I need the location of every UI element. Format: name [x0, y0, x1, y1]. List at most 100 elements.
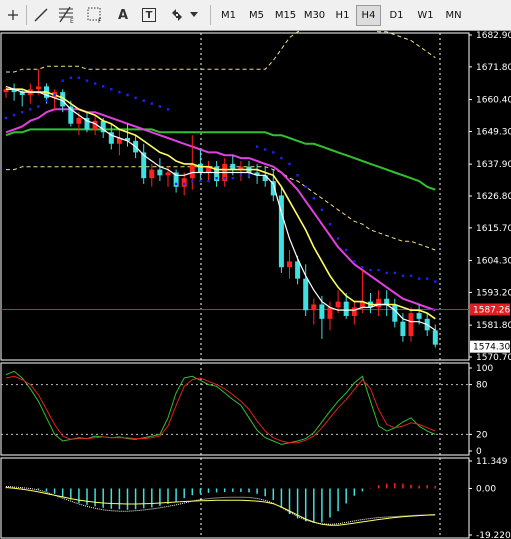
sar-dot	[183, 182, 186, 186]
envelope-lower-line	[6, 166, 436, 251]
sar-dot	[385, 271, 388, 275]
price-tick-label: 1660.40	[476, 96, 511, 106]
candle-body	[189, 163, 195, 179]
price-tick-label: 1649.30	[476, 127, 511, 137]
price-tick-label: 1570.70	[476, 353, 511, 363]
candle-body	[384, 298, 390, 305]
candle-body	[197, 163, 203, 173]
line-icon[interactable]	[30, 4, 52, 26]
sar-dot	[4, 116, 8, 120]
sar-dot	[142, 99, 145, 102]
candle-body	[400, 321, 406, 337]
sar-dot	[280, 156, 283, 160]
ma-slow-line	[5, 108, 436, 312]
candle-body	[392, 304, 398, 322]
sar-dot	[328, 222, 332, 226]
horizontal-line-price-tag: 1587.26	[473, 305, 510, 315]
sar-dot	[21, 110, 24, 114]
stochastic-tick-label: 20	[476, 430, 488, 440]
toolbar: E F A T M1 M5 M15 M30 H1 H4 D1 W1 MN	[0, 0, 511, 31]
price-tick-label: 1637.90	[476, 160, 511, 170]
candle-body	[319, 304, 325, 319]
ma-long-line	[5, 128, 436, 191]
macd-tick-label: 11.349	[476, 457, 508, 467]
price-panel-frame	[0, 32, 470, 361]
stochastic-series-line	[5, 375, 436, 444]
cursor-icon[interactable]	[2, 4, 24, 26]
sar-dot	[417, 277, 421, 280]
sar-dot	[207, 179, 210, 183]
sar-dot	[215, 177, 218, 180]
sar-dot	[336, 237, 340, 240]
sar-dot	[255, 145, 259, 148]
text-label-icon[interactable]: T	[138, 4, 160, 26]
dropdown-icon[interactable]	[187, 4, 201, 26]
candle-body	[432, 330, 438, 345]
macd-tick-label: 0.00	[476, 484, 496, 494]
price-tick-label: 1626.80	[476, 192, 511, 202]
candle-body	[303, 278, 309, 311]
svg-text:F: F	[98, 18, 102, 24]
price-tick-label: 1615.70	[476, 224, 511, 234]
candle-body	[311, 304, 317, 311]
sar-dot	[61, 79, 64, 82]
candle-body	[262, 175, 268, 182]
candle-body	[35, 86, 41, 90]
sar-dot	[296, 174, 299, 177]
timeframe-m1[interactable]: M1	[215, 5, 242, 26]
fibonacci-fan-icon[interactable]: F	[84, 4, 106, 26]
candle-body	[335, 301, 341, 308]
arrows-icon[interactable]	[166, 4, 188, 26]
timeframe-h1[interactable]: H1	[330, 5, 355, 26]
candle-body	[230, 163, 236, 170]
sar-dot	[401, 274, 405, 277]
sar-dot	[353, 260, 356, 263]
stochastic-tick-label: 80	[476, 381, 488, 391]
sar-dot	[312, 197, 315, 200]
sar-dot	[45, 99, 48, 102]
sar-dot	[239, 174, 243, 177]
current-price-tag: 1574.30	[473, 343, 510, 353]
sar-dot	[69, 76, 72, 79]
timeframe-m5[interactable]: M5	[243, 5, 270, 26]
timeframe-mn[interactable]: MN	[440, 5, 467, 26]
candle-body	[416, 313, 422, 319]
candle-body	[165, 172, 171, 176]
text-label-glyph: T	[142, 8, 156, 22]
candle-body	[295, 261, 301, 279]
candle-body	[76, 117, 82, 124]
sar-dot	[166, 108, 170, 111]
timeframe-m15[interactable]: M15	[272, 5, 299, 26]
price-tick-label: 1593.20	[476, 288, 511, 298]
timeframe-m30[interactable]: M30	[300, 5, 329, 26]
chart-area[interactable]: 1682.90 1671.80 1660.40 1649.30 1637.90 1626.…	[0, 31, 511, 539]
candle-body	[149, 169, 155, 179]
timeframe-h4[interactable]: H4	[356, 5, 381, 26]
sar-dot	[102, 85, 105, 88]
price-tick-label: 1604.30	[476, 257, 511, 267]
sar-dot	[199, 179, 202, 183]
sar-dot	[288, 162, 291, 166]
sar-dot	[134, 96, 137, 100]
sar-dot	[304, 185, 307, 189]
sar-dot	[191, 179, 194, 183]
sar-dot	[247, 174, 251, 177]
sar-dot	[158, 105, 162, 108]
candle-body	[157, 169, 163, 176]
candle-body	[408, 313, 414, 337]
svg-text:E: E	[70, 18, 74, 24]
timeframe-w1[interactable]: W1	[412, 5, 439, 26]
sar-dot	[118, 90, 121, 94]
timeframe-d1[interactable]: D1	[383, 5, 410, 26]
fibonacci-icon[interactable]: E	[56, 4, 78, 26]
price-tick-label: 1581.80	[476, 321, 511, 331]
sar-dot	[426, 277, 429, 280]
sar-dot	[77, 76, 81, 79]
stochastic-tick-label: 0	[476, 447, 482, 457]
sar-dot	[409, 274, 413, 277]
candle-body	[181, 178, 187, 187]
sar-dot	[231, 177, 234, 180]
text-icon[interactable]: A	[112, 4, 134, 26]
sar-dot	[110, 88, 113, 91]
stochastic-panel-frame	[0, 362, 470, 456]
